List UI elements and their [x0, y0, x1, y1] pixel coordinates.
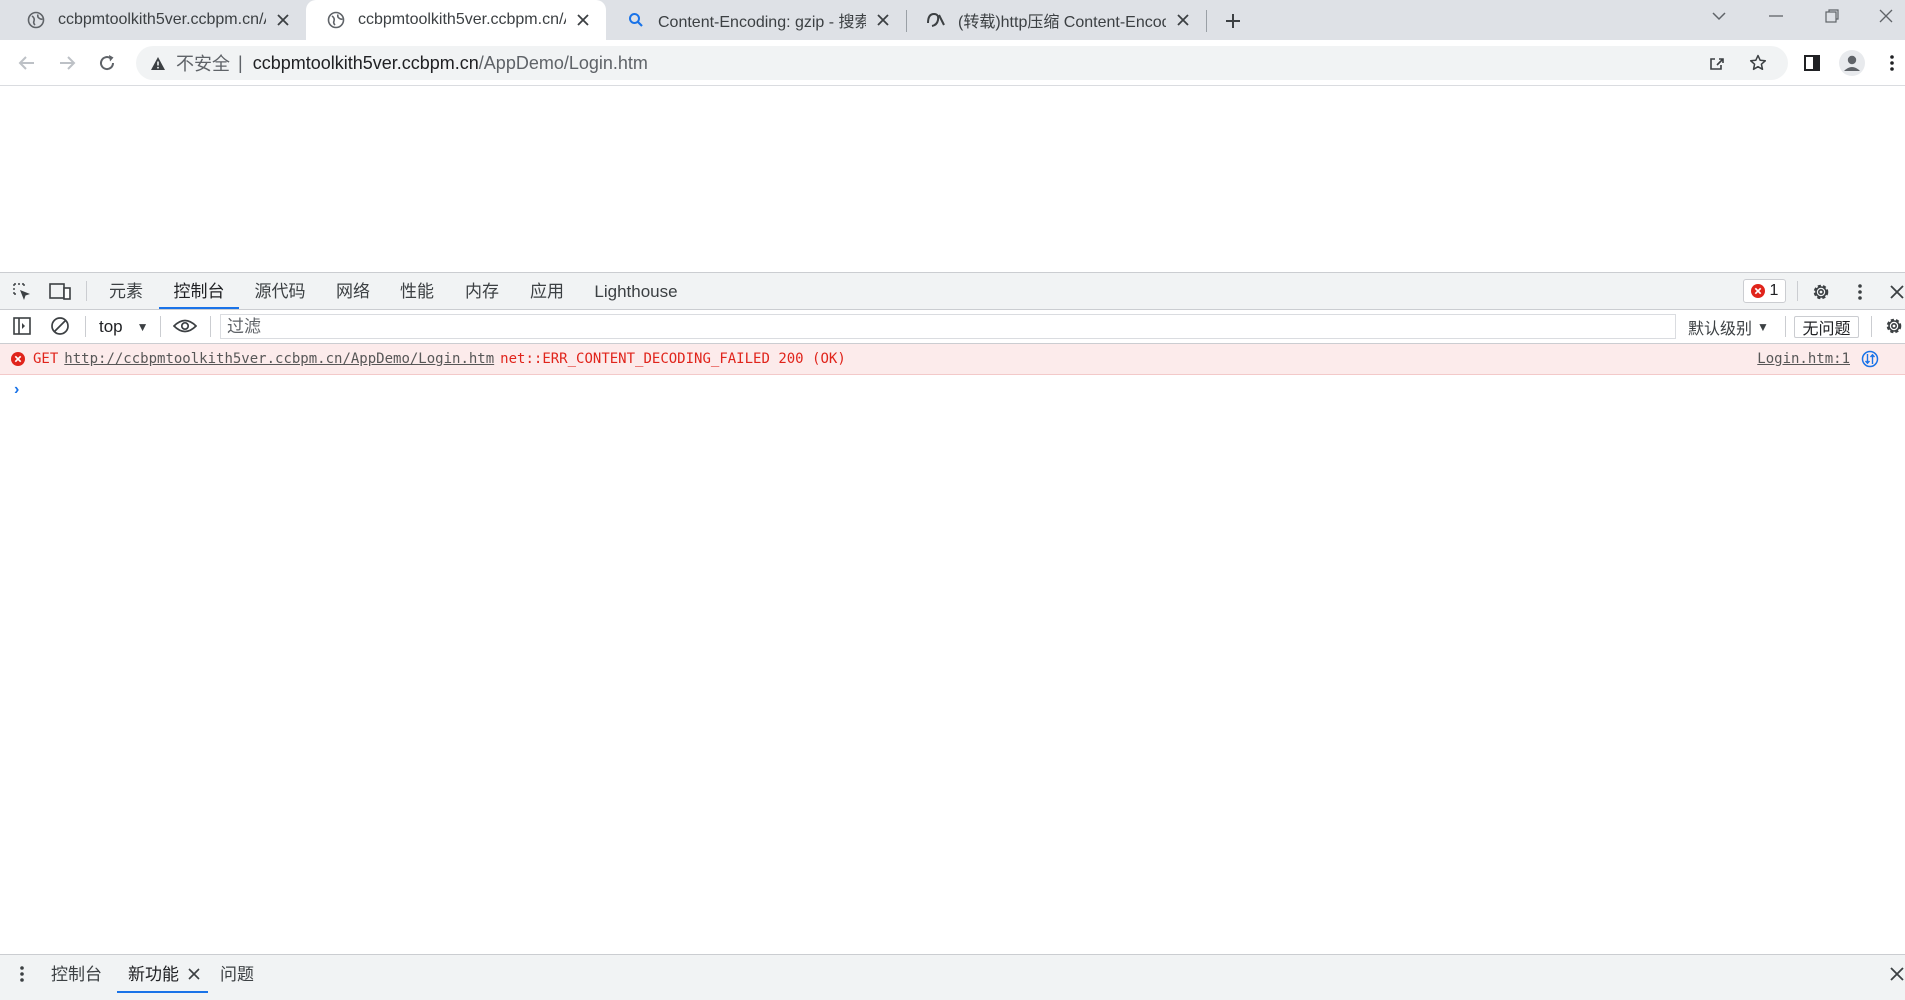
more-options-icon[interactable]	[1847, 279, 1873, 305]
browser-tab[interactable]: Content-Encoding: gzip - 搜索	[606, 0, 906, 40]
source-location-link[interactable]: Login.htm:1	[1757, 351, 1850, 367]
network-request-icon[interactable]	[1861, 350, 1879, 368]
devtools-tab-application[interactable]: 应用	[524, 273, 570, 309]
devtools-tab-performance[interactable]: 性能	[394, 273, 440, 309]
close-icon[interactable]	[870, 7, 896, 33]
devtools-panel: 元素 控制台 源代码 网络 性能 内存 应用 Lighthouse 1 top …	[0, 272, 1905, 1000]
devtools-drawer: 控制台 新功能 问题	[0, 954, 1905, 1000]
console-messages: GET http://ccbpmtoolkith5ver.ccbpm.cn/App…	[0, 344, 1905, 927]
divider	[160, 316, 161, 337]
divider	[85, 316, 86, 337]
context-label: top	[99, 316, 123, 336]
drawer-tab-issues[interactable]: 问题	[220, 955, 254, 993]
site-logo-icon	[926, 10, 946, 30]
browser-toolbar: 不安全 | ccbpmtoolkith5ver.ccbpm.cn/AppDemo…	[0, 40, 1905, 86]
url-path: /AppDemo/Login.htm	[478, 52, 648, 73]
request-method: GET	[33, 351, 59, 367]
inspect-element-icon[interactable]	[9, 279, 35, 305]
close-icon[interactable]	[270, 7, 296, 33]
side-panel-button[interactable]	[1797, 48, 1827, 78]
dropdown-arrow-icon: ▼	[136, 319, 149, 334]
divider	[86, 281, 87, 301]
dropdown-arrow-icon: ▼	[1757, 319, 1769, 334]
drawer-tab-whats-new[interactable]: 新功能	[117, 955, 208, 993]
tab-title: ccbpmtoolkith5ver.ccbpm.cn/AppDemo/Login…	[358, 11, 566, 28]
close-icon[interactable]	[570, 7, 596, 33]
restore-button[interactable]	[1812, 0, 1852, 32]
log-levels-dropdown[interactable]: 默认级别 ▼	[1688, 314, 1769, 339]
request-url-link[interactable]: http://ccbpmtoolkith5ver.ccbpm.cn/AppDem…	[64, 351, 494, 367]
tab-title: (转载)http压缩 Content-Encoding	[958, 14, 1166, 31]
close-drawer-icon[interactable]	[1884, 961, 1905, 987]
drawer-menu-icon[interactable]	[9, 961, 35, 987]
browser-tab-active[interactable]: ccbpmtoolkith5ver.ccbpm.cn/AppDemo/Login…	[306, 0, 606, 40]
page-viewport	[0, 86, 1905, 272]
error-count: 1	[1769, 282, 1779, 299]
devtools-tab-bar: 元素 控制台 源代码 网络 性能 内存 应用 Lighthouse 1	[0, 273, 1905, 310]
url-host: ccbpmtoolkith5ver.ccbpm.cn	[252, 52, 479, 73]
device-toolbar-icon[interactable]	[47, 279, 73, 305]
devtools-tab-lighthouse[interactable]: Lighthouse	[588, 273, 684, 309]
more-menu-icon[interactable]	[1877, 48, 1905, 78]
drawer-tab-console[interactable]: 控制台	[51, 955, 102, 993]
devtools-tab-network[interactable]: 网络	[330, 273, 376, 309]
reload-button[interactable]	[92, 48, 122, 78]
warning-icon[interactable]	[150, 56, 166, 71]
search-icon	[626, 10, 646, 30]
address-bar[interactable]: 不安全 | ccbpmtoolkith5ver.ccbpm.cn/AppDemo…	[136, 46, 1788, 80]
settings-gear-icon[interactable]	[1808, 279, 1834, 305]
sidebar-toggle-icon[interactable]	[9, 313, 35, 339]
tab-separator	[1206, 10, 1207, 32]
tab-strip: ccbpmtoolkith5ver.ccbpm.cn/AppDemo/Login…	[0, 0, 1905, 40]
error-icon	[1750, 284, 1765, 298]
close-icon[interactable]	[1170, 7, 1196, 33]
divider	[1785, 316, 1786, 337]
star-icon[interactable]	[1743, 48, 1773, 78]
drawer-tab-label: 新功能	[128, 965, 179, 984]
tab-title: ccbpmtoolkith5ver.ccbpm.cn/AppDemo/Login…	[58, 11, 266, 28]
globe-icon	[26, 10, 46, 30]
error-count-badge[interactable]: 1	[1743, 279, 1786, 303]
divider: |	[238, 52, 243, 73]
tab-search-button[interactable]	[1699, 0, 1739, 32]
devtools-tab-console[interactable]: 控制台	[159, 273, 239, 309]
tab-title: Content-Encoding: gzip - 搜索	[658, 14, 866, 31]
levels-label: 默认级别	[1688, 320, 1753, 338]
error-icon	[11, 352, 25, 366]
close-window-button[interactable]	[1866, 0, 1905, 32]
close-devtools-icon[interactable]	[1884, 279, 1905, 305]
devtools-tab-memory[interactable]: 内存	[459, 273, 505, 309]
globe-icon	[326, 10, 346, 30]
filter-input[interactable]	[220, 314, 1676, 339]
browser-tab[interactable]: (转载)http压缩 Content-Encoding	[906, 0, 1206, 40]
browser-tab[interactable]: ccbpmtoolkith5ver.ccbpm.cn/AppDemo/Login…	[6, 0, 306, 40]
devtools-tab-sources[interactable]: 源代码	[248, 273, 312, 309]
minimize-button[interactable]	[1756, 0, 1796, 32]
divider	[210, 316, 211, 337]
issues-button[interactable]: 无问题	[1794, 316, 1859, 338]
error-detail: net::ERR_CONTENT_DECODING_FAILED 200 (OK…	[500, 351, 846, 367]
divider	[1797, 281, 1798, 301]
share-icon[interactable]	[1702, 48, 1732, 78]
clear-console-icon[interactable]	[47, 313, 73, 339]
console-toolbar: top ▼ 默认级别 ▼ 无问题	[0, 310, 1905, 344]
back-button[interactable]	[12, 48, 42, 78]
new-tab-button[interactable]	[1219, 7, 1247, 35]
console-error-message: GET http://ccbpmtoolkith5ver.ccbpm.cn/App…	[0, 344, 1905, 375]
live-expression-eye-icon[interactable]	[172, 313, 198, 339]
security-label[interactable]: 不安全	[176, 50, 230, 76]
console-prompt[interactable]: ›	[14, 381, 19, 399]
profile-avatar[interactable]	[1837, 48, 1867, 78]
error-text: GET http://ccbpmtoolkith5ver.ccbpm.cn/App…	[33, 351, 846, 367]
divider	[1871, 316, 1872, 337]
devtools-tab-elements[interactable]: 元素	[100, 273, 152, 309]
close-icon[interactable]	[188, 968, 200, 980]
forward-button[interactable]	[52, 48, 82, 78]
context-selector[interactable]: top ▼	[99, 314, 149, 339]
console-settings-gear-icon[interactable]	[1881, 313, 1905, 339]
